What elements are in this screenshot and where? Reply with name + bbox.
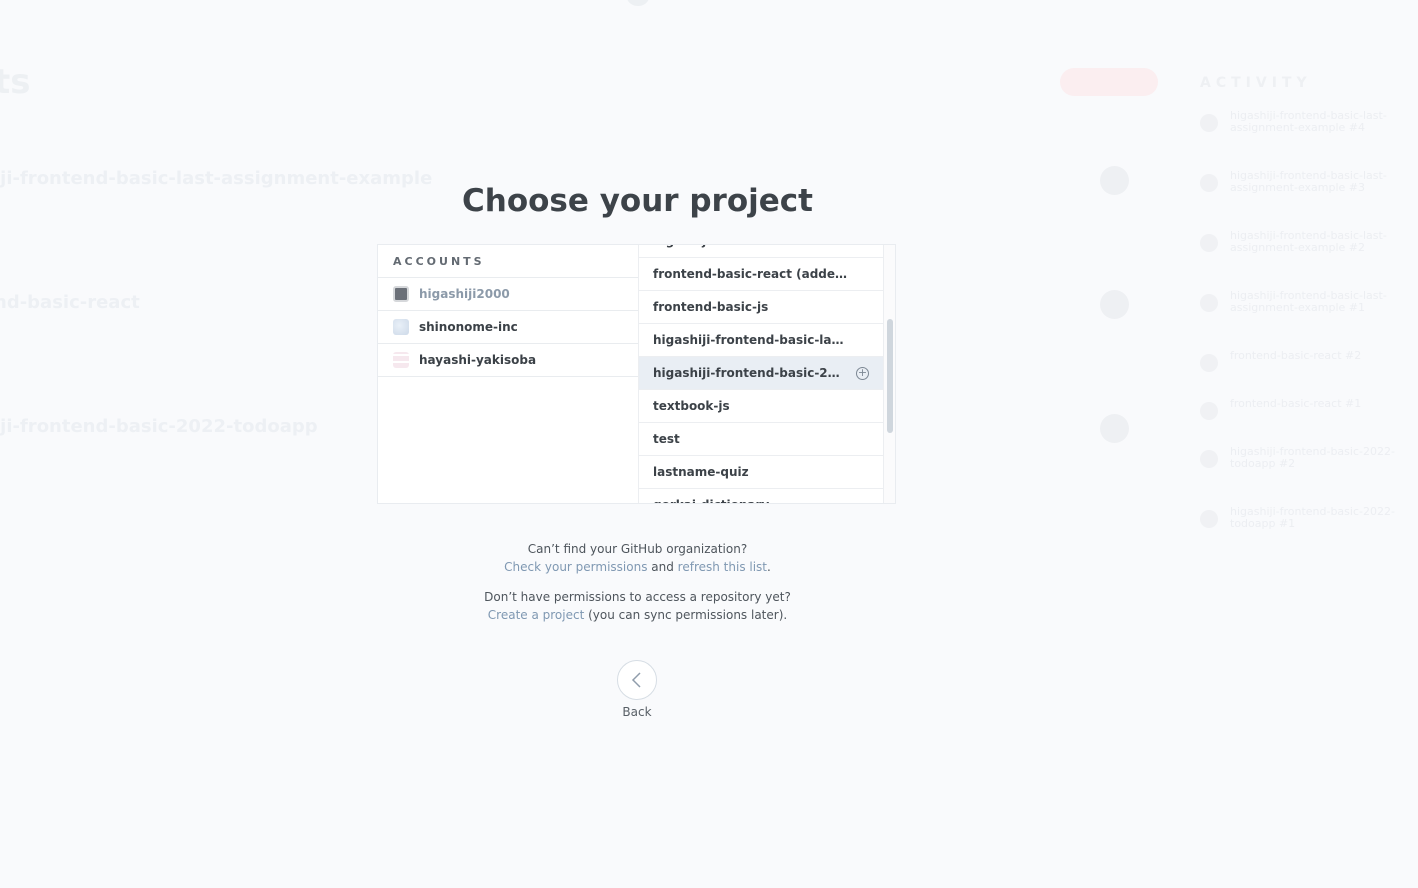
create-project-link[interactable]: Create a project xyxy=(488,608,585,622)
help-org: Can’t find your GitHub organization? Che… xyxy=(0,540,1275,576)
activity-item: higashiji-frontend-basic-last-assignment… xyxy=(1200,290,1400,326)
github-avatar-icon xyxy=(393,286,409,302)
account-name: shinonome-inc xyxy=(419,320,518,334)
activity-item: higashiji-frontend-basic-last-assignment… xyxy=(1200,110,1400,146)
back-button[interactable] xyxy=(617,660,657,700)
help-and-text: and xyxy=(647,560,678,574)
repository-item-hovered[interactable]: higashiji-frontend-basic-2022-todoapp + xyxy=(639,357,883,390)
chevron-left-icon xyxy=(631,672,641,688)
help-actions: Check your permissions and refresh this … xyxy=(0,558,1275,576)
repository-list: higashiji-frontend-basic-react frontend-… xyxy=(639,245,883,503)
repository-item[interactable]: gorkai-dictionary xyxy=(639,489,883,503)
repository-item[interactable]: test xyxy=(639,423,883,456)
repository-item[interactable]: lastname-quiz xyxy=(639,456,883,489)
globe-avatar-icon xyxy=(393,319,409,335)
add-plus-icon[interactable]: + xyxy=(856,367,869,380)
repository-scrollbar[interactable] xyxy=(883,245,895,503)
project-status-icon xyxy=(1100,414,1129,443)
repositories-column[interactable]: higashiji-frontend-basic-react frontend-… xyxy=(638,245,883,503)
refresh-list-link[interactable]: refresh this list xyxy=(678,560,767,574)
repository-item[interactable]: frontend-basic-js xyxy=(639,291,883,324)
activity-item: frontend-basic-react #2 xyxy=(1200,350,1400,386)
account-item-shinonome-inc[interactable]: shinonome-inc xyxy=(378,311,638,344)
project-status-icon xyxy=(1100,290,1129,319)
modal-title: Choose your project xyxy=(462,183,813,219)
account-item-higashiji2000[interactable]: higashiji2000 xyxy=(378,278,638,311)
activity-heading: ACTIVITY xyxy=(1200,75,1312,91)
help-period: . xyxy=(767,560,771,574)
background-project-name: nd-basic-react xyxy=(0,292,140,313)
accounts-header: ACCOUNTS xyxy=(378,245,638,278)
sync-note: (you can sync permissions later). xyxy=(584,608,788,622)
check-permissions-link[interactable]: Check your permissions xyxy=(504,560,647,574)
account-name: hayashi-yakisoba xyxy=(419,353,537,367)
back-label[interactable]: Back xyxy=(600,705,674,719)
activity-item: higashiji-frontend-basic-2022-todoapp #2 xyxy=(1200,446,1400,482)
background-project-name: iji-frontend-basic-2022-todoapp xyxy=(0,416,318,437)
page: ts ACTIVITY iji-frontend-basic-last-assi… xyxy=(0,0,1418,888)
add-project-button xyxy=(1060,68,1158,96)
repository-item[interactable]: higashiji-frontend-basic-last-assignment… xyxy=(639,324,883,357)
repository-item[interactable]: frontend-basic-react (added) xyxy=(639,258,883,291)
activity-item: higashiji-frontend-basic-2022-todoapp #1 xyxy=(1200,506,1400,542)
account-name: higashiji2000 xyxy=(419,287,510,301)
activity-item: frontend-basic-react #1 xyxy=(1200,398,1400,434)
grid-avatar-icon xyxy=(393,352,409,368)
help-question: Can’t find your GitHub organization? xyxy=(527,542,748,556)
scrollbar-thumb[interactable] xyxy=(887,319,893,433)
help-create: Create a project (you can sync permissio… xyxy=(0,606,1275,624)
background-title: ts xyxy=(0,62,31,102)
help-permissions: Don’t have permissions to access a repos… xyxy=(0,588,1275,624)
top-avatar xyxy=(627,0,649,6)
repository-item[interactable]: textbook-js xyxy=(639,390,883,423)
accounts-column: ACCOUNTS higashiji2000 shinonome-inc hay… xyxy=(378,245,638,503)
activity-item: higashiji-frontend-basic-last-assignment… xyxy=(1200,230,1400,266)
project-chooser-panel: ACCOUNTS higashiji2000 shinonome-inc hay… xyxy=(377,244,896,504)
account-item-hayashi-yakisoba[interactable]: hayashi-yakisoba xyxy=(378,344,638,377)
help-permissions-question: Don’t have permissions to access a repos… xyxy=(484,590,791,604)
repository-item[interactable]: higashiji-frontend-basic-react xyxy=(639,245,883,258)
